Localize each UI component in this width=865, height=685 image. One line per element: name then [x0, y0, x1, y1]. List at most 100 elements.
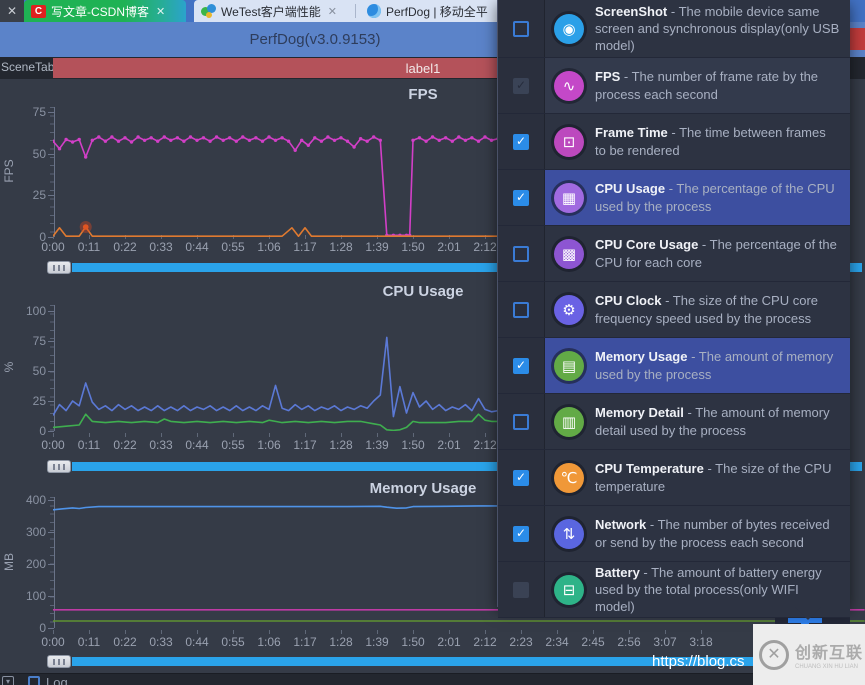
grip-icon	[53, 659, 65, 665]
grip-icon	[53, 464, 65, 470]
metric-row-frame-time[interactable]: ✓ ⊡ Frame Time - The time between frames t…	[498, 114, 850, 170]
fps-marker	[313, 136, 317, 140]
fps-marker	[306, 143, 310, 147]
fps-marker	[352, 145, 356, 149]
fps-marker	[188, 135, 193, 139]
checkbox-cell	[498, 0, 545, 57]
cpu-clock-checkbox[interactable]	[513, 301, 529, 318]
cpu-temperature-checkbox[interactable]: ✓	[513, 469, 529, 486]
network-arrows-icon: ⇅	[554, 518, 584, 549]
fps-marker	[156, 139, 160, 143]
cpu-x-tick-mark	[89, 433, 90, 437]
metric-row-memory-detail[interactable]: ▥ Memory Detail - The amount of memory de…	[498, 394, 850, 450]
fps-x-tick: 0:55	[221, 240, 245, 254]
fps-marker	[260, 139, 265, 143]
mem-x-tick-mark	[665, 630, 666, 634]
fps-y-tick: 75	[32, 105, 46, 119]
mem-scrollbar-handle[interactable]	[47, 655, 71, 668]
csdn-icon: C	[31, 4, 46, 18]
camera-icon-glyph: ◉	[562, 20, 576, 38]
metric-row-cpu-usage[interactable]: ✓ ▦ CPU Usage - The percentage of the CPU …	[498, 170, 850, 226]
fps-marker	[70, 140, 75, 144]
tab-wetest[interactable]: WeTest客户端性能 ✕	[194, 0, 352, 22]
fps-marker	[64, 137, 68, 142]
thermometer-icon: ℃	[554, 462, 584, 493]
window-edge-fragment	[850, 28, 865, 50]
bottom-bar: ▾ Log	[0, 673, 865, 685]
fps-scrollbar-handle[interactable]	[47, 261, 71, 274]
collapse-corner-icon[interactable]: ▾	[2, 676, 14, 685]
metric-row-content: ∿ FPS - The number of frame rate by the p…	[545, 58, 850, 113]
fps-marker	[103, 139, 108, 143]
jank-dot-icon	[82, 224, 89, 230]
metric-row-cpu-clock[interactable]: ⚙ CPU Clock - The size of the CPU core fr…	[498, 282, 850, 338]
fps-marker	[241, 135, 245, 139]
metric-row-content: ℃ CPU Temperature - The size of the CPU t…	[545, 450, 850, 505]
network-arrows-icon-glyph: ⇅	[562, 525, 576, 543]
metric-row-content: ◉ ScreenShot - The mobile device same scr…	[545, 0, 850, 57]
cpu-usage-checkbox[interactable]: ✓	[513, 189, 529, 206]
fps-marker	[84, 155, 88, 159]
memory-usage-checkbox[interactable]: ✓	[513, 357, 529, 374]
fps-marker	[182, 139, 186, 143]
fps-marker	[221, 138, 225, 142]
fps-marker	[365, 139, 369, 143]
cpu-x-tick-mark	[269, 433, 270, 437]
close-icon[interactable]: ✕	[156, 5, 165, 18]
memory-detail-checkbox[interactable]	[513, 413, 529, 430]
wetest-icon	[201, 4, 216, 18]
cpu-core-usage-checkbox[interactable]	[513, 245, 529, 262]
fps-x-tick: 0:11	[77, 240, 101, 254]
metric-row-network[interactable]: ✓ ⇅ Network - The number of bytes received…	[498, 506, 850, 562]
metric-row-text: Memory Usage - The amount of memory used…	[595, 348, 840, 382]
mem-x-tick: 0:00	[41, 635, 65, 649]
metric-row-fps[interactable]: ✓ ∿ FPS - The number of frame rate by the …	[498, 58, 850, 114]
fps-marker	[463, 138, 468, 142]
fps-marker	[326, 135, 330, 139]
tab-csdn[interactable]: C 写文章-CSDN博客 ✕	[24, 0, 186, 22]
gear-icon-glyph: ⚙	[562, 301, 576, 319]
fps-series-fps	[53, 136, 499, 237]
battery-icon: ⊟	[554, 574, 584, 605]
metric-row-content: ▦ CPU Usage - The percentage of the CPU u…	[545, 170, 850, 225]
fps-y-tick: 50	[32, 146, 46, 161]
fps-marker	[332, 138, 337, 142]
cpu-x-tick: 0:44	[185, 438, 209, 452]
tab-title: PerfDog | 移动全平	[386, 4, 488, 19]
tab-title: 写文章-CSDN博客	[51, 4, 149, 19]
fps-marker	[372, 135, 376, 139]
log-label: Log	[46, 675, 68, 685]
mem-x-tick: 0:55	[221, 635, 245, 649]
fps-marker	[476, 139, 481, 143]
mem-y-tick: 0	[39, 621, 46, 635]
mem-y-tick: 300	[25, 525, 46, 540]
mem-x-tick-mark	[413, 630, 414, 634]
fps-marker	[162, 135, 166, 139]
log-checkbox[interactable]	[28, 676, 40, 685]
mem-x-tick: 2:01	[437, 635, 461, 649]
mem-y-tick: 200	[25, 557, 46, 572]
screenshot-checkbox[interactable]	[513, 20, 529, 37]
cpu-x-tick-mark	[125, 433, 126, 437]
mem-x-tick: 3:18	[689, 635, 713, 649]
cpu-scrollbar-handle[interactable]	[47, 460, 71, 473]
metric-row-cpu-core-usage[interactable]: ▩ CPU Core Usage - The percentage of the …	[498, 226, 850, 282]
metric-row-text: Frame Time - The time between frames to …	[595, 124, 840, 158]
app-window: ✕ C 写文章-CSDN博客 ✕ WeTest客户端性能 ✕ PerfDog |…	[0, 0, 865, 685]
previous-tab-close-button[interactable]: ✕	[0, 0, 24, 22]
network-checkbox[interactable]: ✓	[513, 525, 529, 542]
close-icon[interactable]: ✕	[328, 5, 337, 18]
cpu-y-tick: 100	[25, 304, 46, 318]
metric-row-screenshot[interactable]: ◉ ScreenShot - The mobile device same scr…	[498, 0, 850, 58]
metric-row-cpu-temperature[interactable]: ✓ ℃ CPU Temperature - The size of the CPU …	[498, 450, 850, 506]
frame-time-checkbox[interactable]: ✓	[513, 133, 529, 150]
fps-marker	[149, 136, 153, 140]
mem-x-tick-mark	[449, 630, 450, 634]
mem-x-tick-mark	[521, 630, 522, 634]
cpu-x-tick: 1:28	[329, 438, 353, 452]
metric-name: Battery	[595, 564, 640, 580]
grip-icon	[53, 265, 65, 271]
mem-y-tick-mark	[48, 628, 54, 629]
metric-row-memory-usage[interactable]: ✓ ▤ Memory Usage - The amount of memory us…	[498, 338, 850, 394]
metric-name: FPS	[595, 69, 621, 85]
